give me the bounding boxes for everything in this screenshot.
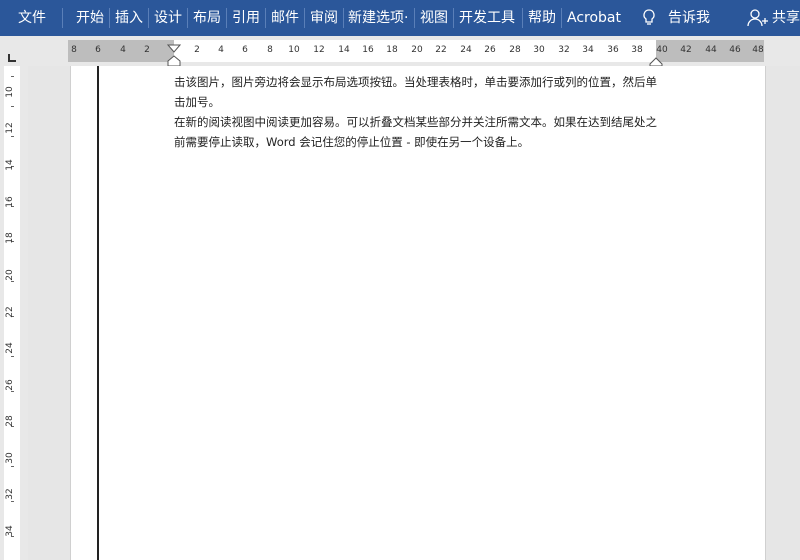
- ruler-tick: [11, 136, 14, 137]
- tab-stop-selector-icon[interactable]: [7, 48, 17, 62]
- document-body[interactable]: 击该图片，图片旁边将会显示布局选项按钮。当处理表格时，单击要添加行或列的位置，然…: [174, 72, 664, 152]
- ruler-number: 12: [5, 122, 15, 134]
- ribbon-tab-bar: 文件 开始 插入 设计 布局 引用 邮件 审阅 新建选项· 视图 开发工具 帮助…: [0, 0, 800, 36]
- ruler-number: 10: [5, 86, 15, 98]
- ruler-number: 6: [95, 45, 101, 55]
- ruler-number: 46: [729, 45, 741, 55]
- ruler-number: 16: [5, 196, 15, 208]
- ruler-number: 16: [362, 45, 374, 55]
- ruler-number: 18: [386, 45, 398, 55]
- ruler-number: 2: [194, 45, 200, 55]
- ruler-number: 22: [435, 45, 447, 55]
- paragraph[interactable]: 在新的阅读视图中阅读更加容易。可以折叠文档某些部分并关注所需文本。如果在达到结尾…: [174, 112, 664, 152]
- tab-review[interactable]: 审阅: [310, 0, 338, 36]
- ruler-number: 8: [71, 45, 77, 55]
- tell-me-search[interactable]: 告诉我: [668, 0, 710, 36]
- ruler-number: 12: [313, 45, 325, 55]
- ruler-number: 10: [288, 45, 300, 55]
- tab-view[interactable]: 视图: [420, 0, 448, 36]
- tab-developer[interactable]: 开发工具: [459, 0, 515, 36]
- tab-separator: [148, 8, 149, 28]
- tab-separator: [414, 8, 415, 28]
- tab-separator: [453, 8, 454, 28]
- tab-help[interactable]: 帮助: [528, 0, 556, 36]
- tab-separator: [343, 8, 344, 28]
- tab-home[interactable]: 开始: [76, 0, 104, 36]
- horizontal-ruler-row: 8 6 4 2 2 4 6 8 10 12 14 16 18 20 22 24 …: [0, 36, 800, 67]
- tab-separator: [109, 8, 110, 28]
- tab-layout[interactable]: 布局: [193, 0, 221, 36]
- ruler-number: 42: [680, 45, 692, 55]
- vertical-ruler[interactable]: 10 12 14 16 18 20 22 24 26 28 30 32 34: [0, 66, 28, 560]
- tab-separator: [304, 8, 305, 28]
- tab-separator: [265, 8, 266, 28]
- tab-separator: [226, 8, 227, 28]
- lightbulb-icon[interactable]: [640, 0, 658, 36]
- document-page[interactable]: 击该图片，图片旁边将会显示布局选项按钮。当处理表格时，单击要添加行或列的位置，然…: [70, 66, 766, 560]
- ruler-number: 24: [460, 45, 472, 55]
- tab-insert[interactable]: 插入: [115, 0, 143, 36]
- tab-references[interactable]: 引用: [232, 0, 260, 36]
- ruler-tick: [11, 106, 14, 107]
- ruler-number: 4: [218, 45, 224, 55]
- ruler-number: 48: [752, 45, 764, 55]
- ruler-number: 32: [558, 45, 570, 55]
- ruler-number: 30: [533, 45, 545, 55]
- share-person-icon[interactable]: [747, 0, 769, 36]
- horizontal-ruler[interactable]: 8 6 4 2 2 4 6 8 10 12 14 16 18 20 22 24 …: [68, 40, 764, 67]
- tab-separator: [62, 8, 63, 28]
- ruler-number: 36: [607, 45, 619, 55]
- ruler-tick: [11, 466, 14, 467]
- ruler-tick: [11, 76, 14, 77]
- ruler-number: 28: [509, 45, 521, 55]
- ruler-number: 26: [5, 379, 15, 391]
- ruler-number: 28: [5, 415, 15, 427]
- page-left-border-line: [97, 66, 99, 560]
- tab-mailings[interactable]: 邮件: [271, 0, 299, 36]
- ruler-number: 4: [120, 45, 126, 55]
- ruler-number: 34: [5, 525, 15, 537]
- ruler-number: 34: [582, 45, 594, 55]
- ruler-number: 38: [631, 45, 643, 55]
- ruler-number: 8: [267, 45, 273, 55]
- tab-design[interactable]: 设计: [154, 0, 182, 36]
- ruler-number: 32: [5, 488, 15, 500]
- ruler-number: 22: [5, 306, 15, 318]
- ruler-number: 6: [242, 45, 248, 55]
- ruler-number: 2: [144, 45, 150, 55]
- share-button[interactable]: 共享: [772, 0, 800, 36]
- tab-acrobat[interactable]: Acrobat: [567, 0, 621, 36]
- ruler-number: 20: [411, 45, 423, 55]
- tab-new-options[interactable]: 新建选项·: [348, 0, 408, 36]
- ruler-number: 14: [5, 159, 15, 171]
- ruler-tick: [11, 356, 14, 357]
- tab-separator: [522, 8, 523, 28]
- ruler-number: 26: [484, 45, 496, 55]
- ruler-number: 18: [5, 232, 15, 244]
- ruler-number: 14: [338, 45, 350, 55]
- paragraph[interactable]: 击该图片，图片旁边将会显示布局选项按钮。当处理表格时，单击要添加行或列的位置，然…: [174, 72, 664, 112]
- tab-separator: [561, 8, 562, 28]
- tab-file[interactable]: 文件: [18, 0, 46, 36]
- tab-separator: [187, 8, 188, 28]
- ruler-number: 30: [5, 452, 15, 464]
- ruler-number: 20: [5, 269, 15, 281]
- ruler-number: 44: [705, 45, 717, 55]
- ruler-number: 24: [5, 342, 15, 354]
